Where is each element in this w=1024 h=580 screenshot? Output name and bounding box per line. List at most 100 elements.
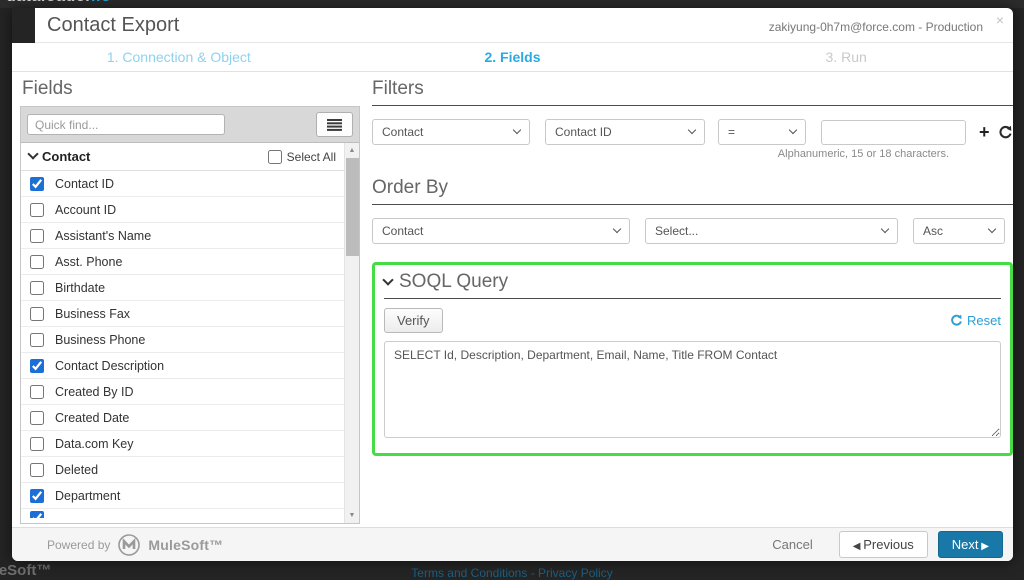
step-connection-object[interactable]: 1. Connection & Object [12, 49, 346, 65]
list-item[interactable]: Birthdate [21, 275, 344, 301]
soql-query-section: SOQL Query Verify Reset SELECT Id, Descr… [372, 262, 1013, 456]
verify-button[interactable]: Verify [384, 308, 443, 333]
list-item[interactable] [21, 509, 344, 518]
quick-find-input[interactable] [27, 114, 225, 135]
list-item[interactable]: Department [21, 483, 344, 509]
filter-operator-select[interactable]: = [718, 119, 806, 145]
dialog-footer: Powered by MuleSoft™ Cancel ◀ Previous N… [12, 527, 1013, 561]
fields-panel: Fields [20, 78, 360, 524]
order-by-object-select[interactable]: Contact [372, 218, 630, 244]
order-by-direction-select[interactable]: Asc [913, 218, 1005, 244]
powered-by: Powered by MuleSoft™ [47, 533, 223, 557]
chevron-down-icon [688, 126, 696, 134]
field-checkbox[interactable] [30, 255, 44, 269]
fields-panel-title: Fields [22, 78, 358, 100]
previous-button[interactable]: ◀ Previous [839, 531, 928, 558]
wizard-steps: 1. Connection & Object 2. Fields 3. Run [12, 43, 1013, 72]
scroll-down-icon[interactable]: ▼ [345, 509, 359, 522]
soql-query-textarea[interactable]: SELECT Id, Description, Department, Emai… [384, 341, 1001, 438]
dataloader-logo: dataloader.io [6, 0, 111, 6]
field-label: Contact Description [55, 359, 164, 373]
chevron-down-icon [789, 126, 797, 134]
field-label: Data.com Key [55, 437, 134, 451]
filter-object-select[interactable]: Contact [372, 119, 530, 145]
list-item[interactable]: Business Phone [21, 327, 344, 353]
field-checkbox[interactable] [30, 229, 44, 243]
field-checkbox[interactable] [30, 281, 44, 295]
mulesoft-logo-icon [117, 533, 141, 557]
list-view-button[interactable] [316, 112, 353, 137]
list-item[interactable]: Account ID [21, 197, 344, 223]
field-label: Business Fax [55, 307, 130, 321]
field-label: Asst. Phone [55, 255, 122, 269]
filter-helper-text: Alphanumeric, 15 or 18 characters. [372, 148, 1013, 160]
list-item[interactable]: Assistant's Name [21, 223, 344, 249]
field-checkbox[interactable] [30, 489, 44, 503]
step-run: 3. Run [679, 49, 1013, 65]
page-title: Contact Export [47, 14, 179, 37]
list-item[interactable]: Asst. Phone [21, 249, 344, 275]
order-by-field-select[interactable]: Select... [645, 218, 898, 244]
fields-list: Contact Select All Contact ID Account ID A… [21, 143, 359, 523]
filter-field-select[interactable]: Contact ID [545, 119, 705, 145]
chevron-down-icon [613, 225, 621, 233]
field-label: Birthdate [55, 281, 105, 295]
chevron-down-icon [881, 225, 889, 233]
soql-title: SOQL Query [399, 271, 508, 293]
field-checkbox[interactable] [30, 511, 44, 518]
filter-row: Contact Contact ID = + [372, 119, 1013, 145]
field-checkbox[interactable] [30, 463, 44, 477]
dialog-header: Contact Export zakiyung-0h7m@force.com -… [12, 8, 1013, 43]
list-item[interactable]: Deleted [21, 457, 344, 483]
dialog-body: Fields [12, 72, 1013, 534]
field-checkbox[interactable] [30, 411, 44, 425]
field-checkbox[interactable] [30, 177, 44, 191]
list-item[interactable]: Business Fax [21, 301, 344, 327]
close-icon[interactable]: × [996, 12, 1004, 28]
list-item[interactable]: Contact Description [21, 353, 344, 379]
soql-title-row[interactable]: SOQL Query [384, 271, 1001, 299]
list-item[interactable]: Created By ID [21, 379, 344, 405]
scroll-up-icon[interactable]: ▲ [345, 144, 359, 157]
add-filter-button[interactable]: + [979, 123, 990, 141]
corner-notch [12, 8, 35, 43]
cancel-button[interactable]: Cancel [772, 537, 812, 552]
fields-scrollbar[interactable]: ▲ ▼ [344, 143, 359, 523]
mulesoft-brand: MuleSoft™ [148, 537, 223, 553]
field-checkbox[interactable] [30, 385, 44, 399]
fields-list-rows: Contact ID Account ID Assistant's Name Asst… [21, 171, 344, 518]
next-button[interactable]: Next ▶ [938, 531, 1003, 558]
order-by-title: Order By [372, 177, 1013, 205]
field-checkbox[interactable] [30, 203, 44, 217]
field-checkbox[interactable] [30, 333, 44, 347]
account-label: zakiyung-0h7m@force.com - Production [769, 20, 983, 34]
reset-link[interactable]: Reset [950, 313, 1001, 328]
scrollbar-thumb[interactable] [346, 158, 359, 256]
background-navbar: dataloader.io [0, 0, 1024, 8]
refresh-filters-icon[interactable] [998, 125, 1013, 140]
field-label: Business Phone [55, 333, 145, 347]
object-name[interactable]: Contact [29, 149, 90, 164]
contact-export-dialog: Contact Export zakiyung-0h7m@force.com -… [12, 8, 1013, 561]
field-checkbox[interactable] [30, 437, 44, 451]
select-all-control[interactable]: Select All [268, 150, 336, 164]
chevron-down-icon [988, 225, 996, 233]
chevron-down-icon [513, 126, 521, 134]
field-label: Contact ID [55, 177, 114, 191]
arrow-left-icon: ◀ [853, 541, 863, 552]
list-item[interactable]: Contact ID [21, 171, 344, 197]
soql-toolbar: Verify Reset [384, 308, 1001, 333]
object-header-row: Contact Select All [21, 143, 344, 171]
field-checkbox[interactable] [30, 359, 44, 373]
list-item[interactable]: Data.com Key [21, 431, 344, 457]
field-checkbox[interactable] [30, 307, 44, 321]
list-item[interactable]: Created Date [21, 405, 344, 431]
chevron-down-icon [27, 148, 38, 159]
select-all-checkbox[interactable] [268, 150, 282, 164]
filter-value-input[interactable] [821, 120, 966, 145]
arrow-right-icon: ▶ [979, 541, 989, 552]
field-label: Account ID [55, 203, 116, 217]
field-label: Created Date [55, 411, 129, 425]
step-fields[interactable]: 2. Fields [346, 49, 680, 65]
background-terms-links: Terms and Conditions - Privacy Policy [0, 566, 1024, 580]
